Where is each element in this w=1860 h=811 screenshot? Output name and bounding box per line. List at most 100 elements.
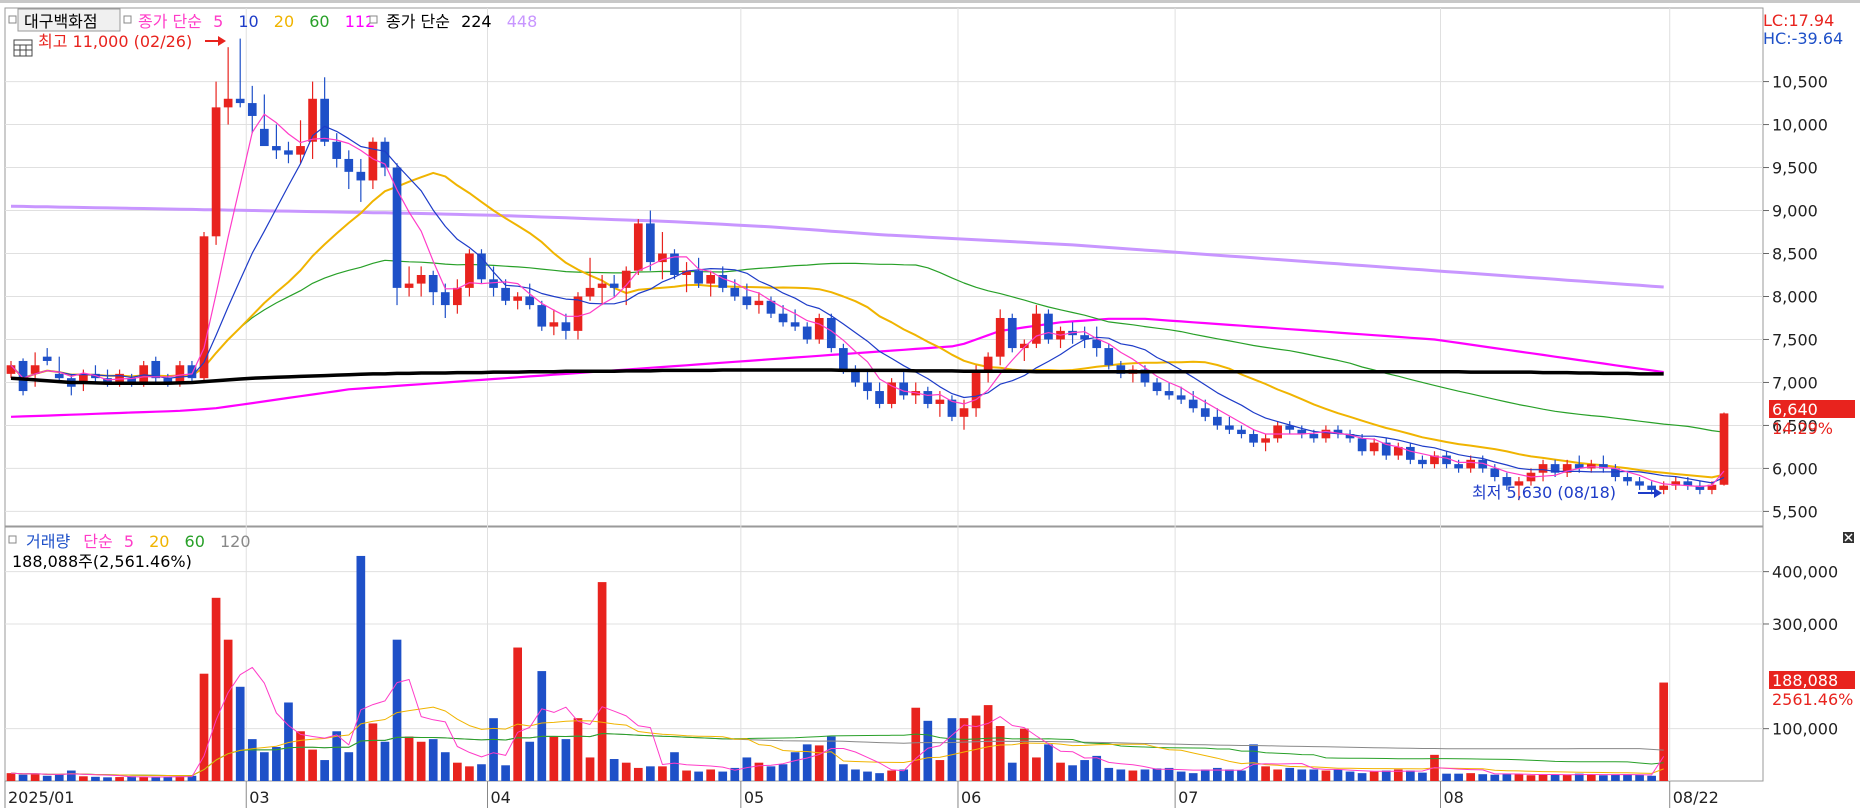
volume-bar: [935, 760, 945, 781]
price-tick-label: 9,000: [1772, 202, 1818, 221]
candle-body: [1454, 464, 1463, 469]
volume-ma5-line: [10, 666, 1665, 778]
price-tick-label: 7,500: [1772, 330, 1818, 349]
volume-bar: [1285, 767, 1295, 781]
stock-chart[interactable]: 10,500 10,000 9,500 9,000 8,500 8,000 7,500 7,0…: [0, 0, 1860, 811]
candle-body: [778, 313, 788, 323]
volume-bar: [211, 597, 221, 781]
volume-bar: [1357, 773, 1367, 781]
price-ma-label: 종가 단순: [138, 12, 202, 31]
candle-body: [259, 128, 269, 147]
candle-body: [814, 317, 824, 340]
volume-bar: [1490, 774, 1500, 781]
candle-body: [42, 356, 52, 361]
volume-axis-labels: 400,000 300,000 100,000: [1763, 563, 1838, 739]
volume-bar: [1080, 760, 1089, 781]
volume-bar: [718, 771, 728, 781]
price-tick-label: 10,500: [1772, 73, 1828, 92]
candle-body: [923, 391, 933, 404]
candle-body: [875, 391, 884, 404]
date-tick-label: 08: [1444, 788, 1464, 807]
volume-bar: [1599, 775, 1608, 781]
volume-bar: [428, 739, 438, 781]
volume-bar: [368, 723, 378, 781]
date-axis-labels: 2025/01 03 04 05 06 07 08 08/22: [4, 781, 1719, 808]
candle-body: [1357, 438, 1367, 452]
last-price: 6,640: [1772, 400, 1818, 419]
volume-tick-label: 100,000: [1772, 720, 1838, 739]
high-annotation: 최고 11,000 (02/26): [38, 32, 192, 51]
close-panel-icon[interactable]: [1843, 532, 1854, 543]
moving-average-lines-back: [10, 171, 1725, 479]
volume-bar: [682, 770, 691, 781]
candle-body: [1369, 442, 1379, 452]
volume-bar: [790, 752, 800, 781]
volume-bar: [42, 775, 52, 781]
volume-bar: [1044, 744, 1053, 781]
volume-bar: [826, 736, 836, 781]
candle-body: [609, 283, 619, 288]
candle-body: [6, 365, 16, 374]
candle-body: [356, 171, 366, 181]
table-grid-icon[interactable]: [13, 39, 33, 57]
candle-body: [139, 365, 149, 383]
volume-bar: [453, 762, 462, 781]
volume-bar: [1659, 682, 1669, 781]
price-ma2-legend[interactable]: 종가 단순 224 448: [386, 12, 537, 31]
candle-body: [1635, 481, 1644, 486]
candle-body: [597, 283, 607, 288]
volume-bar: [1068, 765, 1077, 781]
candle-body: [573, 296, 583, 331]
candle-body: [730, 287, 740, 297]
volume-tick-label: 400,000: [1772, 563, 1838, 582]
volume-bar: [513, 647, 523, 781]
candle-body: [1538, 464, 1548, 473]
volume-bar: [814, 745, 824, 781]
volume-bar: [887, 770, 896, 781]
candle-body: [368, 141, 378, 181]
ma10-line: [10, 125, 1725, 484]
candle-body: [525, 296, 535, 306]
volume-bar: [658, 766, 667, 781]
low-annotation: 최저 5,630 (08/18): [1472, 483, 1616, 502]
price-tick-label: 10,000: [1772, 116, 1828, 135]
volume-bar: [30, 773, 40, 781]
volume-bar: [247, 739, 257, 781]
volume-bar: [1502, 773, 1512, 781]
volume-bar: [1152, 768, 1162, 781]
volume-bar: [139, 776, 149, 781]
volume-bar: [1418, 772, 1427, 781]
candle-body: [1200, 408, 1210, 417]
volume-bar: [1623, 774, 1632, 781]
volume-bar: [1406, 770, 1415, 781]
candle-body: [344, 158, 354, 172]
candle-body: [453, 287, 462, 306]
volume-bar: [1116, 769, 1126, 781]
candle-body: [1225, 425, 1234, 430]
volume-bar: [1200, 769, 1210, 781]
volume-bar: [1140, 769, 1150, 781]
volume-bar: [54, 774, 64, 781]
volume-bars: [6, 555, 1669, 781]
volume-bar: [525, 741, 535, 781]
volume-bar: [489, 718, 498, 781]
volume-bar: [344, 752, 354, 781]
volume-bar: [199, 673, 209, 781]
date-tick-label: 2025/01: [8, 788, 74, 807]
volume-legend[interactable]: 거래량 단순 5 20 60 120: [26, 532, 251, 551]
volume-bar: [621, 762, 631, 781]
volume-bar: [1514, 774, 1524, 781]
candle-body: [1623, 477, 1632, 482]
price-ma-legend[interactable]: 종가 단순 5 10 20 60 112: [138, 12, 375, 31]
candle-body: [296, 146, 305, 155]
candle-body: [211, 107, 221, 237]
volume-bar: [18, 774, 28, 781]
volume-bar: [1562, 774, 1572, 781]
volume-bar: [778, 764, 788, 781]
last-change: 14.29%: [1772, 419, 1833, 438]
volume-bar: [839, 764, 848, 781]
volume-bar: [573, 718, 583, 781]
candle-body: [1406, 446, 1415, 460]
candle-body: [1466, 459, 1476, 469]
volume-bar: [947, 718, 957, 781]
